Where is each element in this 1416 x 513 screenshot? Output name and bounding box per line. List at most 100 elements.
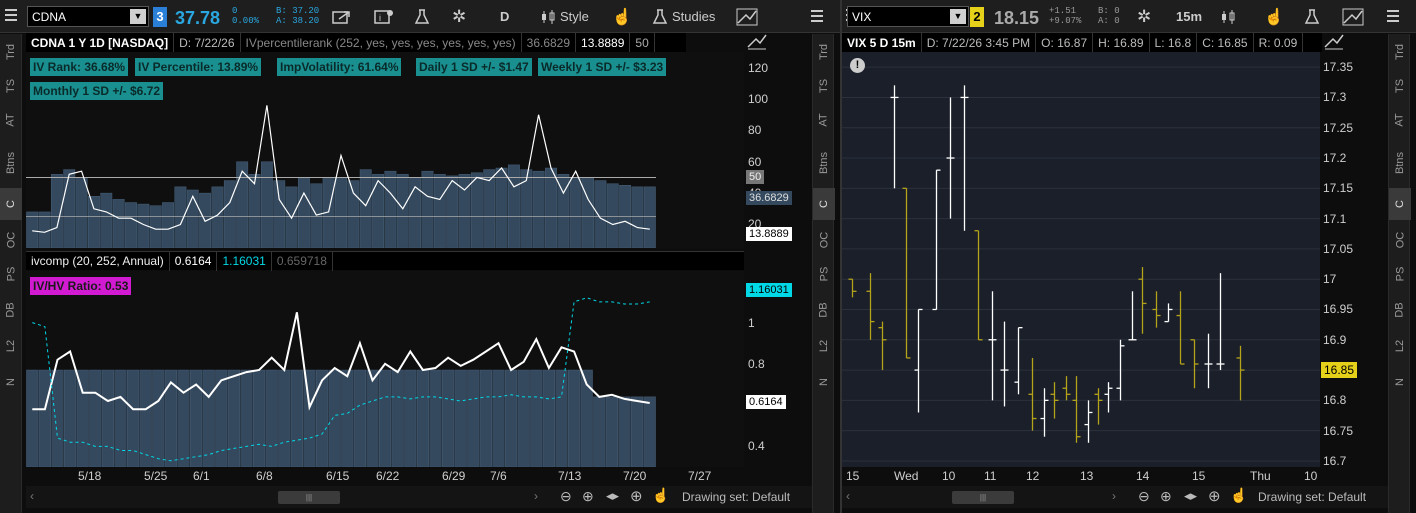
hv-bar [442, 369, 455, 467]
bid-ask: B: 0 A: 0 [1098, 6, 1120, 26]
x-axis-label: 6/15 [326, 469, 350, 483]
price-axis-label: 16.7 [1323, 453, 1347, 468]
sidebar-tab-l2[interactable]: L2 [1389, 330, 1411, 362]
studies-button[interactable]: Studies [652, 6, 715, 27]
sidebar-tab-oc[interactable]: OC [813, 224, 835, 256]
candles-icon [542, 9, 555, 24]
x-axis-label: 6/22 [376, 469, 400, 483]
histogram-bar [545, 167, 557, 248]
hamburger-icon[interactable] [1387, 10, 1399, 22]
drawing-tools-icon[interactable] [1323, 33, 1345, 54]
scrollbar-thumb[interactable]: ||| [952, 491, 1014, 504]
sidebar-tab-at[interactable]: AT [1389, 104, 1411, 136]
sidebar-tab-oc[interactable]: OC [1389, 224, 1411, 256]
sidebar-tab-ts[interactable]: TS [1389, 70, 1411, 102]
sidebar-tab-trd[interactable]: Trd [0, 36, 22, 68]
sidebar-tab-at[interactable]: AT [0, 104, 22, 136]
sidebar-tab-c[interactable]: C [0, 188, 22, 220]
candles-icon[interactable] [1220, 6, 1236, 27]
hv-bar [353, 369, 366, 467]
scroll-left-icon[interactable]: ‹ [30, 489, 34, 503]
sidebar-tab-n[interactable]: N [0, 366, 22, 398]
vix-chart[interactable] [842, 52, 1320, 467]
symbol-input[interactable]: CDNA ▼ [27, 6, 149, 27]
histogram-bar [248, 174, 261, 248]
crosshair-icon[interactable]: ⊕ [630, 487, 643, 505]
chevron-down-icon[interactable]: ▼ [950, 9, 966, 24]
link-badge[interactable]: 3 [153, 7, 167, 27]
sidebar-tab-ts[interactable]: TS [813, 70, 835, 102]
x-axis-label: 5/18 [78, 469, 102, 483]
drawing-tools-icon[interactable] [746, 33, 768, 54]
hv-bar [127, 369, 140, 467]
zoom-out-icon[interactable]: ⊖ [1138, 488, 1150, 505]
data-box-icon[interactable]: i [374, 6, 394, 27]
scroll-left-icon[interactable]: ‹ [846, 489, 850, 503]
fit-icon[interactable]: ◂▸ [1184, 488, 1197, 504]
price-axis-label: 16.95 [1323, 302, 1354, 317]
sidebar-tab-btns[interactable]: Btns [0, 141, 22, 185]
sidebar-tab-ps[interactable]: PS [0, 258, 22, 290]
sidebar-tab-trd[interactable]: Trd [813, 36, 835, 68]
sidebar-tab-ps[interactable]: PS [1389, 258, 1411, 290]
drawing-tools-icon[interactable] [1342, 6, 1364, 27]
sidebar-tab-c[interactable]: C [813, 188, 835, 220]
sidebar-tab-trd[interactable]: Trd [1389, 36, 1411, 68]
hamburger-icon[interactable] [811, 10, 823, 22]
sidebar-tab-l2[interactable]: L2 [0, 330, 22, 362]
sidebar-tab-btns[interactable]: Btns [1389, 141, 1411, 185]
link-badge[interactable]: 2 [970, 7, 984, 27]
symbol-input[interactable]: VIX ▼ [847, 6, 969, 27]
flask-icon[interactable] [414, 6, 430, 27]
zoom-out-icon[interactable]: ⊖ [560, 488, 572, 505]
sidebar-tab-at[interactable]: AT [813, 104, 835, 136]
flask-icon[interactable] [1304, 6, 1320, 27]
sidebar-tab-ts[interactable]: TS [0, 70, 22, 102]
sidebar-tab-l2[interactable]: L2 [813, 330, 835, 362]
hand-icon[interactable]: ☝ [1264, 6, 1284, 27]
sidebar-tab-oc[interactable]: OC [0, 224, 22, 256]
sidebar-tab-c[interactable]: C [1389, 188, 1411, 220]
alert-icon[interactable]: ! [850, 58, 865, 73]
gear-icon[interactable]: ✲ [1137, 6, 1151, 27]
sidebar-tab-db[interactable]: DB [0, 294, 22, 326]
sidebar-tab-label: TS [818, 78, 830, 94]
hv-bar [240, 369, 253, 467]
period-button[interactable]: D [500, 6, 509, 27]
hv-bar [316, 369, 329, 467]
sidebar-tab-ps[interactable]: PS [813, 258, 835, 290]
change-values: 0 0.00% [232, 6, 260, 26]
scrollbar-thumb[interactable]: ||| [278, 491, 340, 504]
zoom-in-icon[interactable]: ⊕ [582, 488, 594, 505]
sidebar-tab-db[interactable]: DB [1389, 294, 1411, 326]
chevron-down-icon[interactable]: ▼ [130, 9, 146, 24]
style-button[interactable]: Style [540, 6, 589, 27]
sidebar-tab-n[interactable]: N [1389, 366, 1411, 398]
hv-bar [404, 369, 417, 467]
drawing-tools-icon[interactable] [736, 6, 758, 27]
gear-icon[interactable]: ✲ [452, 6, 466, 27]
period-button[interactable]: 15m [1176, 6, 1202, 27]
menu-icon[interactable] [5, 9, 17, 21]
x-axis-label: 14 [1136, 469, 1150, 483]
scroll-right-icon[interactable]: › [1112, 489, 1116, 503]
hand-icon[interactable]: ☝ [612, 6, 632, 27]
sidebar-tab-db[interactable]: DB [813, 294, 835, 326]
share-icon[interactable] [332, 6, 352, 27]
lower-chart[interactable] [26, 271, 744, 467]
sidebar-tab-label: DB [5, 302, 17, 318]
fit-icon[interactable]: ◂▸ [606, 488, 619, 504]
sidebar-tab-btns[interactable]: Btns [813, 141, 835, 185]
scroll-right-icon[interactable]: › [534, 489, 538, 503]
drawing-set-label[interactable]: Drawing set: Default [682, 490, 790, 504]
x-axis-label: 6/29 [442, 469, 466, 483]
sidebar-tab-n[interactable]: N [813, 366, 835, 398]
hv-bar [341, 369, 354, 467]
hv-bar [366, 369, 379, 467]
crosshair-icon[interactable]: ⊕ [1208, 487, 1221, 505]
drawing-set-label[interactable]: Drawing set: Default [1258, 490, 1366, 504]
zoom-in-icon[interactable]: ⊕ [1160, 488, 1172, 505]
pan-hand-icon[interactable]: ☝ [652, 487, 669, 504]
histogram-bar [174, 186, 187, 248]
pan-hand-icon[interactable]: ☝ [1230, 487, 1247, 504]
